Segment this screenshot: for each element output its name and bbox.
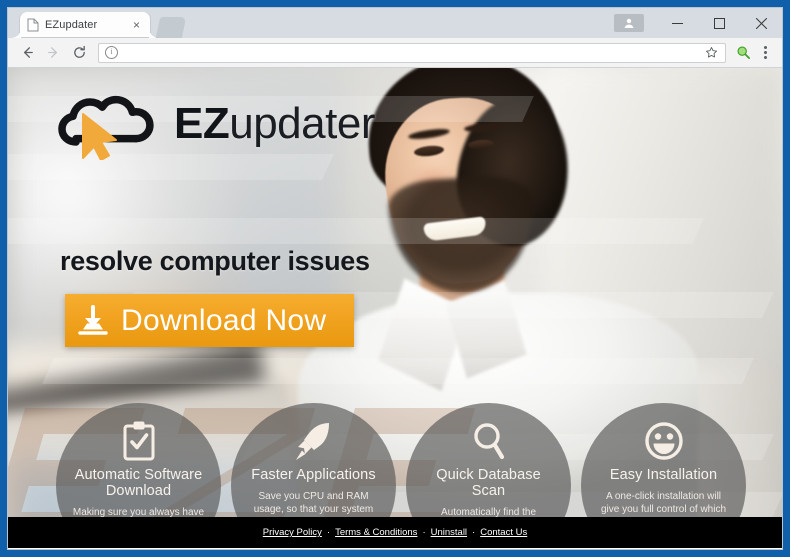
back-button-icon[interactable] <box>14 40 40 66</box>
address-bar[interactable]: i <box>98 42 726 63</box>
brand-wordmark: EZupdater <box>174 102 375 146</box>
maximize-button[interactable] <box>698 8 740 38</box>
download-now-button[interactable]: Download Now <box>65 294 354 347</box>
download-now-label: Download Now <box>121 303 327 337</box>
tab-title: EZupdater <box>45 19 98 31</box>
brand-light-text: updater <box>229 99 375 148</box>
browser-toolbar: i <box>8 38 782 68</box>
browser-menu-icon[interactable] <box>754 40 776 66</box>
feature-title: Quick Database Scan <box>436 467 541 500</box>
hero-section: EZupdater resolve computer issues Downlo… <box>8 68 782 548</box>
clipboard-check-icon <box>122 419 156 463</box>
tab-strip: EZupdater × <box>8 8 782 38</box>
footer-link-privacy-policy[interactable]: Privacy Policy <box>263 527 322 538</box>
footer-link-contact-us[interactable]: Contact Us <box>480 527 527 538</box>
page-favicon-icon <box>27 18 39 32</box>
download-icon <box>65 304 121 337</box>
hero-tagline: resolve computer issues <box>60 246 370 276</box>
brand-logo: EZupdater <box>56 88 375 160</box>
forward-button-icon <box>40 40 66 66</box>
magnifier-icon <box>471 419 507 463</box>
tab-close-icon[interactable]: × <box>130 19 143 32</box>
screen: EZupdater × i EZupdater resolve computer… <box>0 0 790 557</box>
feature-title: Easy Installation <box>609 467 718 483</box>
browser-tab-ezupdater[interactable]: EZupdater × <box>11 12 159 38</box>
browser-window: EZupdater × i EZupdater resolve computer… <box>8 8 782 549</box>
footer-link-uninstall[interactable]: Uninstall <box>431 527 467 538</box>
footer-link-terms-conditions[interactable]: Terms & Conditions <box>335 527 417 538</box>
page-info-icon[interactable]: i <box>105 46 118 59</box>
footer-separator: · <box>326 527 331 538</box>
search-extension-icon[interactable] <box>732 40 754 66</box>
footer-separator: · <box>422 527 426 538</box>
profile-person-icon[interactable] <box>614 14 644 32</box>
page-footer: Privacy Policy · Terms & Conditions · Un… <box>8 517 782 548</box>
rocket-icon <box>295 419 333 463</box>
feature-title: Faster Applications <box>251 467 376 483</box>
reload-button-icon[interactable] <box>66 40 92 66</box>
footer-separator: · <box>472 527 476 538</box>
bookmark-star-icon[interactable] <box>705 46 719 60</box>
smiley-icon <box>644 419 684 463</box>
new-tab-button[interactable] <box>155 17 187 38</box>
window-controls <box>614 8 782 38</box>
feature-title: Automatic Software Download <box>74 467 203 500</box>
close-button[interactable] <box>740 8 782 38</box>
brand-bold-text: EZ <box>174 99 230 148</box>
web-page: EZupdater resolve computer issues Downlo… <box>8 68 782 548</box>
minimize-button[interactable] <box>656 8 698 38</box>
cloud-cursor-icon <box>56 88 168 160</box>
